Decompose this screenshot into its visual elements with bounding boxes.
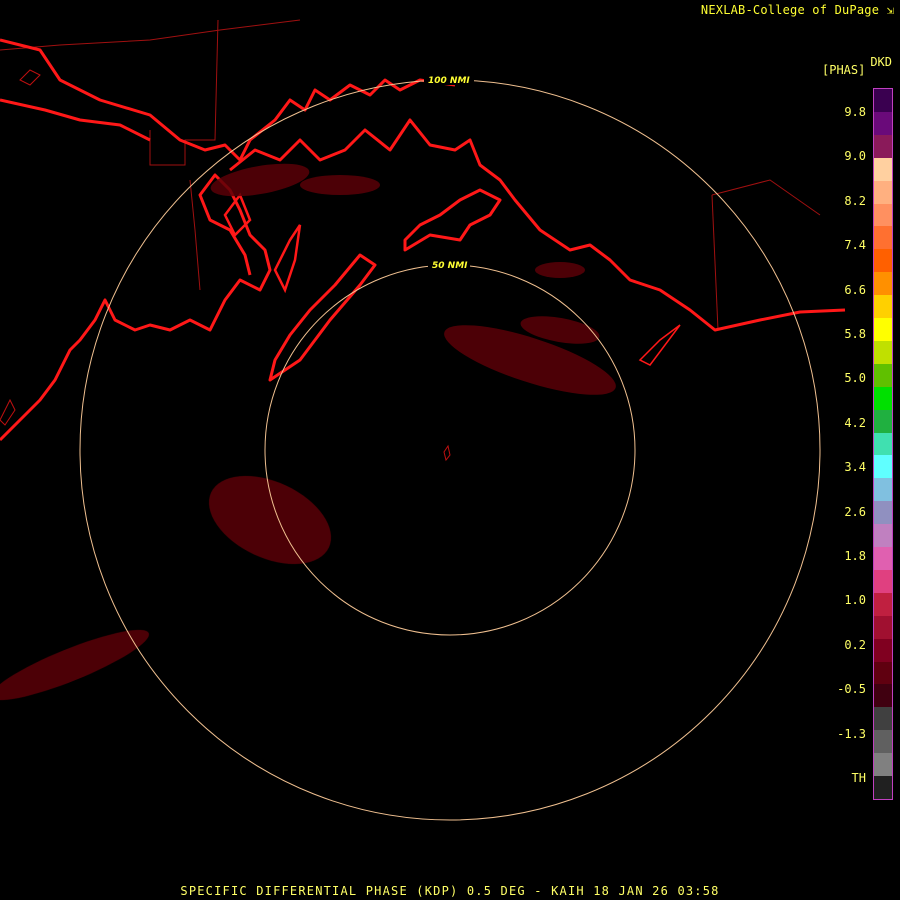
color-scale-tick-label: 7.4 xyxy=(844,238,866,253)
color-scale-tick-label: 5.0 xyxy=(844,371,866,386)
color-scale-segment xyxy=(874,661,892,686)
color-scale-segment xyxy=(874,592,892,617)
color-scale-segment xyxy=(874,753,892,778)
color-scale-segment xyxy=(874,707,892,732)
color-scale-segment xyxy=(874,776,892,799)
ring-label-100nmi: 100 NMI xyxy=(428,76,470,86)
color-scale-segment xyxy=(874,615,892,640)
color-scale-segment xyxy=(874,478,892,503)
color-scale-segment xyxy=(874,684,892,709)
color-scale-segment xyxy=(874,272,892,297)
color-scale-segment xyxy=(874,524,892,549)
product-footer: SPECIFIC DIFFERENTIAL PHASE (KDP) 0.5 DE… xyxy=(180,884,720,898)
coastline-layer xyxy=(0,19,846,442)
color-scale-segment xyxy=(874,295,892,320)
color-scale-tick-label: 0.2 xyxy=(844,637,866,652)
color-scale-tick-label: 8.2 xyxy=(844,193,866,208)
credit-text: NEXLAB-College of DuPage xyxy=(700,3,880,17)
color-scale-segment xyxy=(874,569,892,594)
ring-labels: 100 NMI 50 NMI xyxy=(424,74,474,271)
color-scale-tick-label: 9.0 xyxy=(844,149,866,164)
color-scale-segment xyxy=(874,180,892,205)
echo-layer xyxy=(0,163,616,701)
color-scale-segment xyxy=(874,340,892,365)
color-scale-segment xyxy=(874,111,892,136)
color-scale-segment xyxy=(874,638,892,663)
color-scale-segment xyxy=(874,386,892,411)
color-scale-tick-label: 4.2 xyxy=(844,415,866,430)
color-scale-tick-label: -1.3 xyxy=(837,726,866,741)
color-scale-segment xyxy=(874,134,892,159)
color-scale-segment xyxy=(874,89,892,113)
color-scale-segment xyxy=(874,249,892,274)
color-scale-segment xyxy=(874,730,892,755)
product-units: [PHAS] xyxy=(822,63,866,77)
color-scale-segment xyxy=(874,409,892,434)
color-scale-segment xyxy=(874,226,892,251)
radar-site-marker xyxy=(443,444,451,462)
color-scale-tick-label: 1.0 xyxy=(844,593,866,608)
color-scale-segment xyxy=(874,363,892,388)
ring-label-50nmi: 50 NMI xyxy=(432,261,468,271)
expand-arrow-icon[interactable]: ⇲ xyxy=(887,3,894,17)
color-scale-tick-label: 6.6 xyxy=(844,282,866,297)
color-scale-tick-label: TH xyxy=(851,771,866,785)
color-scale-segment xyxy=(874,547,892,571)
range-ring-50nmi xyxy=(264,264,636,636)
color-scale-segment xyxy=(874,501,892,526)
color-scale-segment xyxy=(874,203,892,228)
color-scale-tick-label: 2.6 xyxy=(844,504,866,519)
color-scale-tick-label: 9.8 xyxy=(844,105,866,119)
color-scale-segment xyxy=(874,432,892,457)
color-scale-segment xyxy=(874,318,892,342)
color-scale-tick-label: 5.8 xyxy=(844,327,866,341)
color-scale-tick-label: -0.5 xyxy=(837,682,866,697)
color-scale-segment xyxy=(874,157,892,182)
radar-map: 100 NMI 50 NMI xyxy=(0,19,846,821)
color-scale-tick-label: 1.8 xyxy=(844,549,866,563)
color-scale-tick-label: 3.4 xyxy=(844,460,866,475)
color-scale-segment xyxy=(874,455,892,480)
credit-line: NEXLAB-College of DuPage ⇲ xyxy=(701,3,894,17)
color-scale-bar xyxy=(873,88,893,800)
